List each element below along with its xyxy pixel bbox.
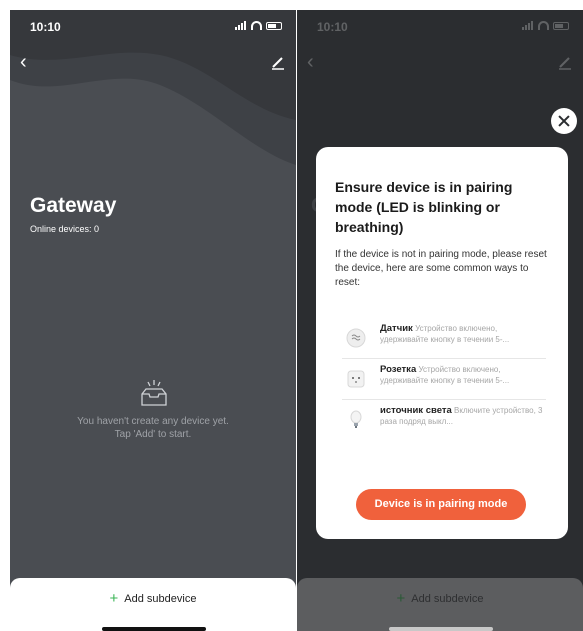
back-arrow-icon[interactable]: ‹ <box>20 52 40 72</box>
socket-icon <box>347 370 365 388</box>
status-bar: 10:10 <box>297 10 583 44</box>
battery-icon <box>553 21 569 30</box>
edit-icon[interactable] <box>268 52 288 72</box>
empty-state-line1: You haven't create any device yet. <box>77 416 229 427</box>
add-subdevice-button[interactable]: + Add subdevice <box>10 590 296 607</box>
edit-icon <box>559 57 571 70</box>
dialog-description: If the device is not in pairing mode, pl… <box>335 249 547 288</box>
signal-icon <box>235 21 247 30</box>
plus-icon: + <box>396 590 406 607</box>
signal-icon <box>522 21 534 30</box>
add-subdevice-button: + Add subdevice <box>297 590 583 607</box>
device-in-pairing-mode-button[interactable]: Device is in pairing mode <box>356 489 526 520</box>
wifi-icon <box>251 21 262 30</box>
close-icon[interactable] <box>551 108 577 134</box>
plus-icon: + <box>109 590 119 607</box>
reset-methods-list: Датчик Устройство включено, удерживайте … <box>342 318 546 441</box>
home-indicator <box>102 627 206 631</box>
status-icons <box>522 21 569 30</box>
reset-item-sensor[interactable]: Датчик Устройство включено, удерживайте … <box>342 318 546 359</box>
page-title: Gateway <box>30 194 117 217</box>
status-icons <box>235 21 282 30</box>
home-indicator <box>389 627 493 631</box>
status-bar: 10:10 <box>10 10 296 44</box>
reset-item-name: Датчик <box>380 323 413 334</box>
empty-state-message: You haven't create any device yet. Tap '… <box>10 415 296 441</box>
dimmed-bottom-sheet: + Add subdevice <box>297 578 583 631</box>
pairing-screen: 10:10 ‹ G Ensure device is in pairing mo… <box>297 10 583 631</box>
gateway-screen: 10:10 ‹ Gateway Online devices: 0 You ha… <box>10 10 296 631</box>
empty-state-line2: Tap 'Add' to start. <box>114 429 192 440</box>
reset-item-name: источник света <box>380 405 452 416</box>
bottom-sheet: + Add subdevice <box>10 578 296 631</box>
add-subdevice-label: Add subdevice <box>124 593 197 605</box>
status-time: 10:10 <box>317 20 348 34</box>
reset-item-light[interactable]: источник света Включите устройство, 3 ра… <box>342 400 546 441</box>
reset-item-socket[interactable]: Розетка Устройство включено, удерживайте… <box>342 359 546 400</box>
sensor-icon <box>346 328 366 348</box>
add-subdevice-label: Add subdevice <box>411 593 484 605</box>
bulb-icon <box>350 410 362 428</box>
wifi-icon <box>538 21 549 30</box>
pairing-mode-dialog: Ensure device is in pairing mode (LED is… <box>316 147 568 539</box>
back-arrow-icon: ‹ <box>307 51 314 73</box>
online-devices-count: Online devices: 0 <box>30 224 100 234</box>
battery-icon <box>266 21 282 30</box>
status-time: 10:10 <box>30 20 61 34</box>
dialog-title: Ensure device is in pairing mode (LED is… <box>335 179 513 235</box>
reset-item-name: Розетка <box>380 364 417 375</box>
empty-box-icon <box>141 380 167 406</box>
